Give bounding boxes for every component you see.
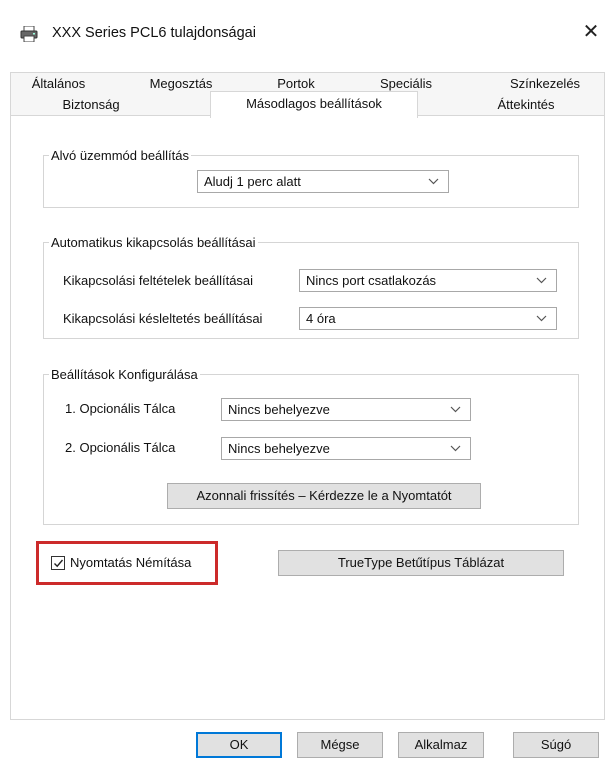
ok-button[interactable]: OK: [196, 732, 282, 758]
chevron-down-icon: [450, 399, 462, 420]
tray1-value: Nincs behelyezve: [228, 402, 330, 417]
chevron-down-icon: [536, 270, 548, 291]
tab-color-management[interactable]: Színkezelés: [491, 73, 599, 95]
off-condition-value: Nincs port csatlakozás: [306, 273, 437, 288]
tray1-select[interactable]: Nincs behelyezve: [221, 398, 471, 421]
printer-icon: [20, 25, 38, 43]
chevron-down-icon: [450, 438, 462, 459]
dialog-footer: OK Mégse Alkalmaz Súgó: [0, 720, 611, 764]
tab-panel: Alvó üzemmód beállítás Aludj 1 perc alat…: [10, 116, 605, 720]
off-condition-select[interactable]: Nincs port csatlakozás: [299, 269, 557, 292]
mute-printing-label: Nyomtatás Némítása: [70, 555, 192, 570]
sleep-mode-value: Aludj 1 perc alatt: [204, 174, 301, 189]
auto-off-legend: Automatikus kikapcsolás beállításai: [51, 235, 256, 250]
off-delay-label: Kikapcsolási késleltetés beállításai: [63, 311, 263, 326]
tab-security[interactable]: Biztonság: [31, 94, 151, 116]
tray2-select[interactable]: Nincs behelyezve: [221, 437, 471, 460]
cancel-button[interactable]: Mégse: [297, 732, 383, 758]
off-delay-value: 4 óra: [306, 311, 336, 326]
mute-printing-checkbox[interactable]: [51, 556, 65, 570]
tray2-value: Nincs behelyezve: [228, 441, 330, 456]
chevron-down-icon: [536, 308, 548, 329]
sleep-mode-select[interactable]: Aludj 1 perc alatt: [197, 170, 449, 193]
truetype-table-button[interactable]: TrueType Betűtípus Táblázat: [278, 550, 564, 576]
apply-button[interactable]: Alkalmaz: [398, 732, 484, 758]
checkmark-icon: [54, 559, 64, 568]
window-title: XXX Series PCL6 tulajdonságai: [52, 25, 256, 41]
chevron-down-icon: [428, 171, 440, 192]
off-delay-select[interactable]: 4 óra: [299, 307, 557, 330]
off-condition-label: Kikapcsolási feltételek beállításai: [63, 273, 254, 288]
config-legend: Beállítások Konfigurálása: [51, 367, 198, 382]
close-button[interactable]: ✕: [577, 18, 605, 46]
tab-secondary-settings[interactable]: Másodlagos beállítások: [210, 91, 418, 118]
tab-general[interactable]: Általános: [11, 73, 106, 95]
tray2-label: 2. Opcionális Tálca: [65, 440, 176, 455]
title-bar: XXX Series PCL6 tulajdonságai ✕: [0, 0, 611, 64]
tab-overview[interactable]: Áttekintés: [466, 94, 586, 116]
tray1-label: 1. Opcionális Tálca: [65, 401, 176, 416]
sleep-mode-legend: Alvó üzemmód beállítás: [51, 148, 190, 163]
help-button[interactable]: Súgó: [513, 732, 599, 758]
refresh-printer-button[interactable]: Azonnali frissítés – Kérdezze le a Nyomt…: [167, 483, 481, 509]
